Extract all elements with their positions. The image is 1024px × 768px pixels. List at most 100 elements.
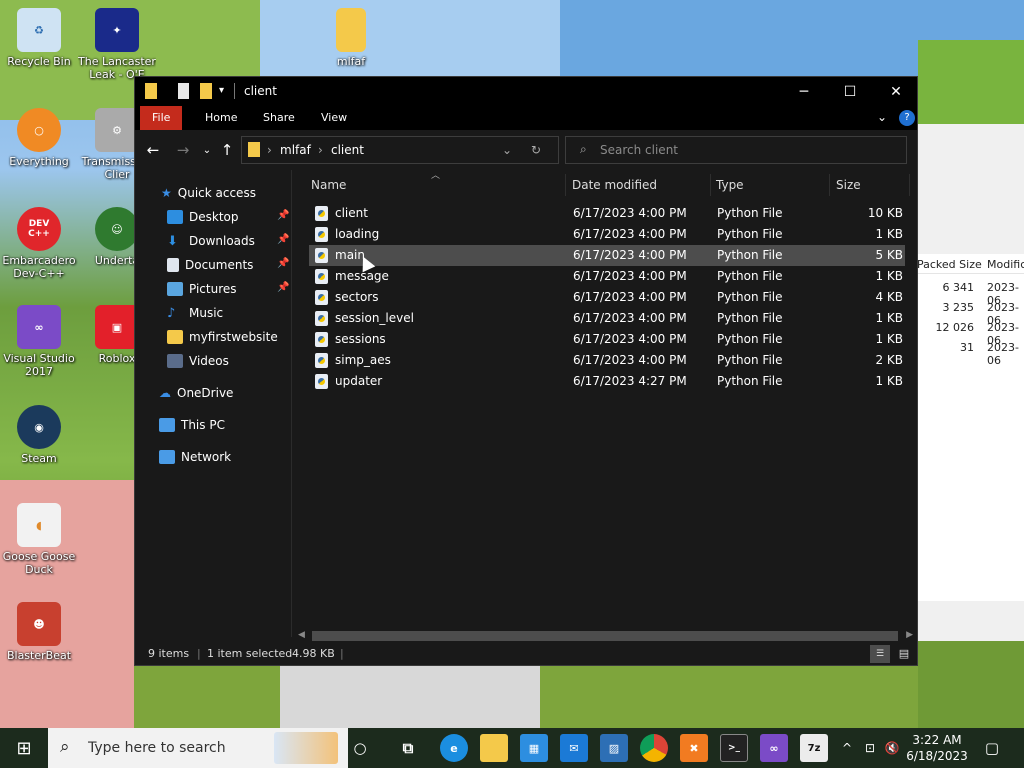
file-row[interactable]: loading 6/17/2023 4:00 PM Python File 1 KB xyxy=(309,224,905,245)
column-date-modified[interactable]: Date modified xyxy=(572,178,657,192)
customize-quick-access-icon[interactable]: ▾ xyxy=(219,85,224,101)
breadcrumb-client[interactable]: client xyxy=(331,143,364,157)
address-dropdown-icon[interactable]: ⌄ xyxy=(502,143,512,157)
horizontal-scrollbar[interactable]: ◀ ▶ xyxy=(292,628,917,644)
background-window[interactable]: Packed Size Modific 6 341 2023-06 3 235 20… xyxy=(916,124,1024,641)
sidebar-item-desktop[interactable]: Desktop xyxy=(167,205,239,229)
scroll-right-icon[interactable]: ▶ xyxy=(906,630,913,640)
column-type[interactable]: Type xyxy=(716,178,744,192)
chrome-icon[interactable] xyxy=(640,734,668,762)
sidebar-item-pictures[interactable]: Pictures xyxy=(167,277,237,301)
search-input[interactable] xyxy=(600,141,890,159)
sidebar-item-network[interactable]: Network xyxy=(159,445,231,469)
file-row[interactable]: simp_aes 6/17/2023 4:00 PM Python File 2 KB xyxy=(309,350,905,371)
desktop-icon-steam[interactable]: ◉ Steam xyxy=(0,405,78,465)
task-view-icon[interactable]: ⧉ xyxy=(394,734,422,762)
file-row[interactable]: message 6/17/2023 4:00 PM Python File 1 KB xyxy=(309,266,905,287)
start-button[interactable]: ⊞ xyxy=(0,728,48,768)
column-modified[interactable]: Modific xyxy=(987,258,1024,271)
new-folder-icon[interactable] xyxy=(200,83,212,99)
cortana-button[interactable]: ○ xyxy=(346,728,374,768)
sidebar-item-this-pc[interactable]: This PC xyxy=(159,413,225,437)
tab-share[interactable]: Share xyxy=(251,106,307,130)
desktop-icon-visual-studio[interactable]: ∞ Visual Studio 2017 xyxy=(0,305,78,378)
column-divider[interactable] xyxy=(829,174,830,196)
search-box[interactable]: ⌕ xyxy=(565,136,907,164)
breadcrumb-mlfaf[interactable]: mlfaf xyxy=(280,143,311,157)
sidebar-item-documents[interactable]: Documents xyxy=(167,253,253,277)
terminal-icon[interactable]: >_ xyxy=(720,734,748,762)
file-row[interactable]: session_level 6/17/2023 4:00 PM Python Fil… xyxy=(309,308,905,329)
properties-icon[interactable] xyxy=(178,83,189,99)
column-name[interactable]: Name xyxy=(311,178,346,192)
back-button[interactable]: ← xyxy=(141,138,165,162)
column-divider[interactable] xyxy=(710,174,711,196)
list-item[interactable]: 3 235 2023-06 xyxy=(917,298,1024,327)
list-item[interactable]: 6 341 2023-06 xyxy=(917,278,1024,307)
file-explorer-icon[interactable] xyxy=(480,734,508,762)
file-row[interactable]: sessions 6/17/2023 4:00 PM Python File 1 KB xyxy=(309,329,905,350)
edge-icon[interactable]: e xyxy=(440,734,468,762)
status-separator: | xyxy=(340,647,344,660)
help-icon[interactable]: ? xyxy=(899,110,915,126)
photos-icon[interactable]: ▨ xyxy=(600,734,628,762)
file-row[interactable]: client 6/17/2023 4:00 PM Python File 10 KB xyxy=(309,203,905,224)
file-row[interactable]: updater 6/17/2023 4:27 PM Python File 1 KB xyxy=(309,371,905,392)
large-icons-view-button[interactable]: ▤ xyxy=(895,645,913,663)
scroll-left-icon[interactable]: ◀ xyxy=(298,630,305,640)
7zip-icon[interactable]: 7z xyxy=(800,734,828,762)
desktop-icon-devcpp[interactable]: DEV C++ Embarcadero Dev-C++ xyxy=(0,207,78,280)
pin-icon: 📌 xyxy=(277,234,290,245)
column-packed-size[interactable]: Packed Size xyxy=(917,258,982,271)
file-row[interactable]: sectors 6/17/2023 4:00 PM Python File 4 KB xyxy=(309,287,905,308)
scrollbar-thumb[interactable] xyxy=(312,631,898,641)
sidebar-item-music[interactable]: ♪ Music xyxy=(167,301,223,325)
file-type: Python File xyxy=(717,269,783,283)
xampp-icon[interactable]: ✖ xyxy=(680,734,708,762)
sidebar-item-myfirstwebsite[interactable]: myfirstwebsite xyxy=(167,325,278,349)
undertale-icon: ☺ xyxy=(95,207,139,251)
sidebar-item-quick-access[interactable]: ★ Quick access xyxy=(161,181,256,205)
minimize-button[interactable]: ─ xyxy=(781,77,827,106)
desktop-icon-mlfaf[interactable]: mlfaf xyxy=(312,8,390,68)
desktop-icon-everything[interactable]: ○ Everything xyxy=(0,108,78,168)
network-tray-icon[interactable]: ⊡ xyxy=(860,728,880,768)
store-icon[interactable]: ▦ xyxy=(520,734,548,762)
sidebar-item-onedrive[interactable]: ☁ OneDrive xyxy=(159,381,233,405)
title-bar[interactable]: ▾ client ─ ☐ ✕ xyxy=(135,77,917,106)
forward-button[interactable]: → xyxy=(171,138,195,162)
refresh-icon[interactable]: ↻ xyxy=(531,143,541,157)
file-row[interactable]: main 6/17/2023 4:00 PM Python File 5 KB xyxy=(309,245,905,266)
details-view-button[interactable]: ☰ xyxy=(870,645,890,663)
visual-studio-icon[interactable]: ∞ xyxy=(760,734,788,762)
column-divider[interactable] xyxy=(909,174,910,196)
maximize-button[interactable]: ☐ xyxy=(827,77,873,106)
list-item[interactable]: 31 2023-06 xyxy=(917,338,1024,367)
address-bar[interactable]: › mlfaf › client ⌄ ↻ xyxy=(241,136,559,164)
clock[interactable]: 3:22 AM 6/18/2023 xyxy=(906,732,968,764)
notifications-icon[interactable]: ▢ xyxy=(978,728,1006,768)
tab-file[interactable]: File xyxy=(140,106,183,130)
close-button[interactable]: ✕ xyxy=(873,77,919,106)
up-button[interactable]: ↑ xyxy=(215,138,239,162)
desktop-icon-goose[interactable]: ◖ Goose Goose Duck xyxy=(0,503,78,576)
desktop-icon-blasterbeat[interactable]: ☻ BlasterBeat xyxy=(0,602,78,662)
taskbar-search-input[interactable] xyxy=(88,738,268,758)
desktop-icon-recycle-bin[interactable]: ♻ Recycle Bin xyxy=(0,8,78,68)
list-item[interactable]: 12 026 2023-06 xyxy=(917,318,1024,347)
column-size[interactable]: Size xyxy=(836,178,861,192)
tab-home[interactable]: Home xyxy=(193,106,249,130)
background-column-header: Packed Size Modific xyxy=(917,254,1024,274)
tab-view[interactable]: View xyxy=(309,106,359,130)
column-divider[interactable] xyxy=(565,174,566,196)
sidebar-item-downloads[interactable]: ⬇ Downloads xyxy=(167,229,255,253)
show-hidden-icons-button[interactable]: ^ xyxy=(838,728,856,768)
chevron-right-icon: › xyxy=(267,143,272,157)
volume-muted-icon[interactable]: 🔇 xyxy=(882,728,902,768)
expand-ribbon-icon[interactable]: ⌄ xyxy=(877,110,887,124)
chevron-right-icon: › xyxy=(318,143,323,157)
sidebar-item-videos[interactable]: Videos xyxy=(167,349,229,373)
taskbar-search[interactable]: ⌕ xyxy=(48,728,348,768)
desktop-icon-lancaster[interactable]: ✦ The Lancaster Leak - O'E xyxy=(78,8,156,81)
mail-icon[interactable]: ✉ xyxy=(560,734,588,762)
